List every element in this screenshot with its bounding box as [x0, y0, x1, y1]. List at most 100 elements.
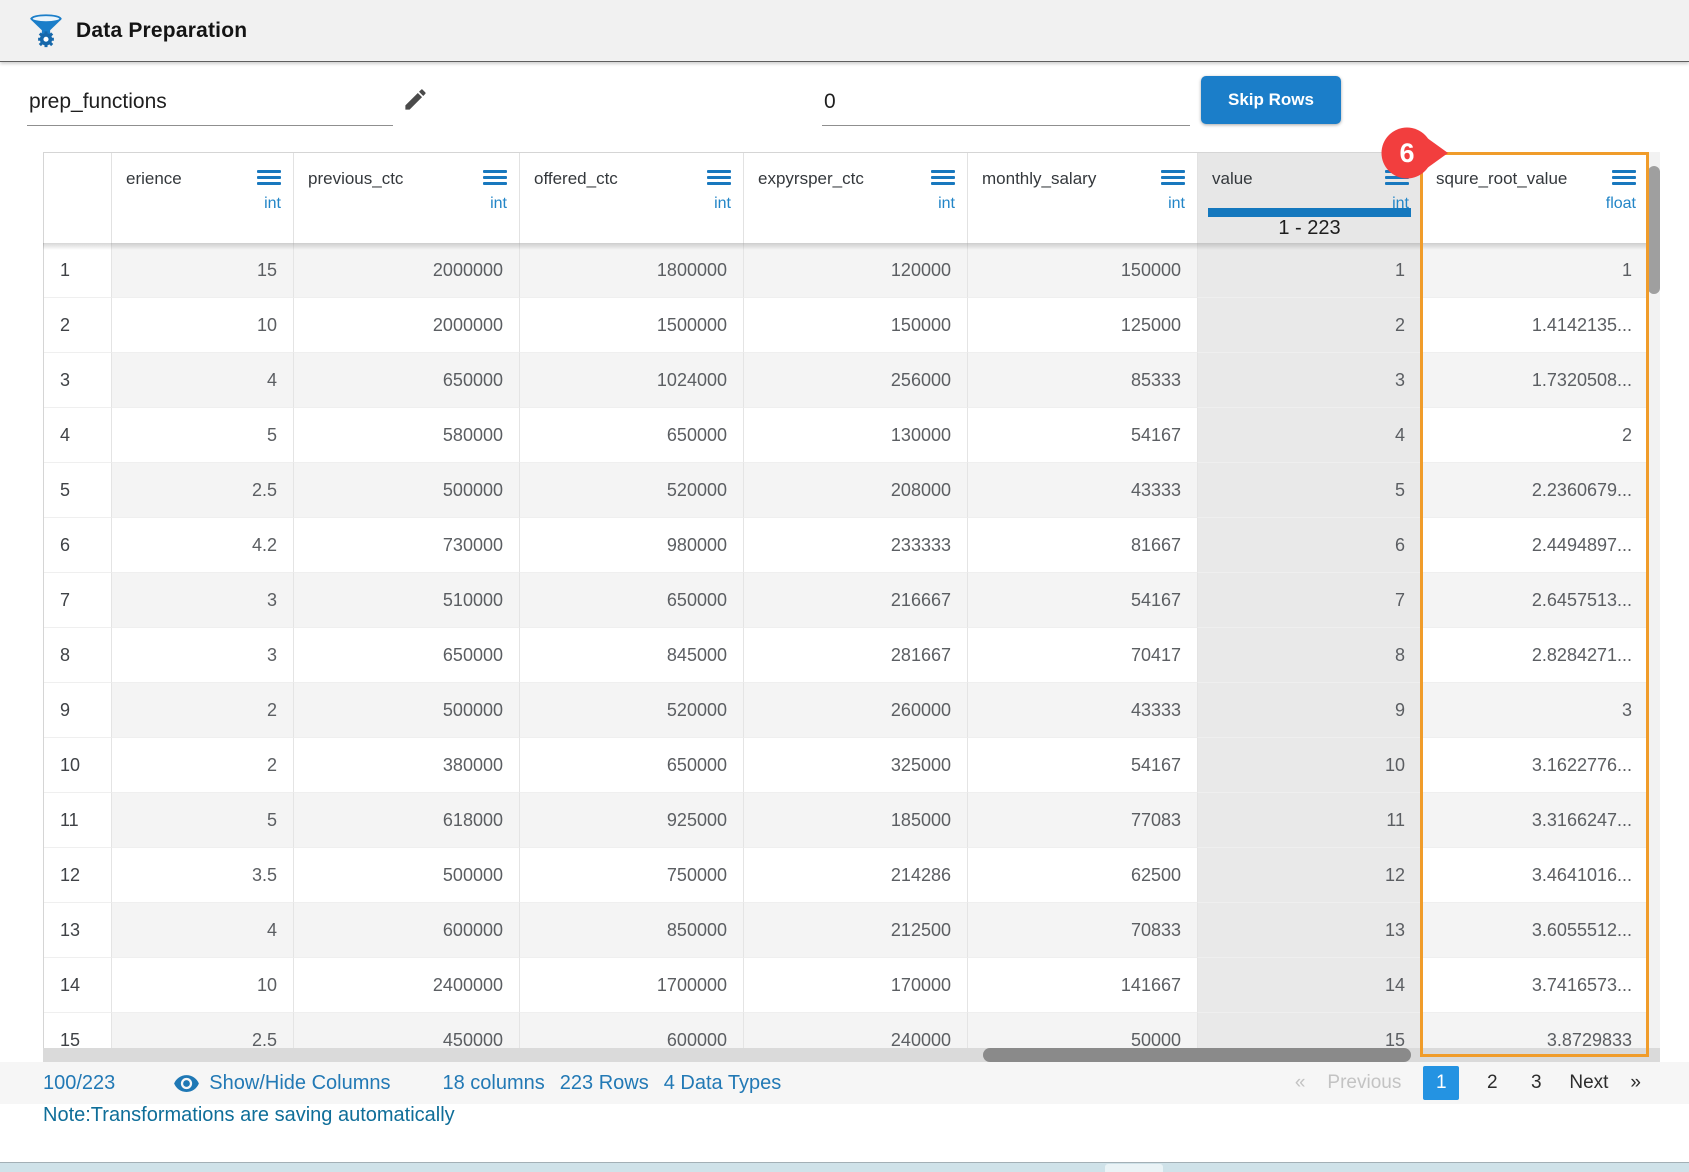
column-menu-icon[interactable] — [257, 170, 281, 188]
next-page-chevron-icon[interactable]: » — [1630, 1072, 1641, 1094]
horizontal-scrollbar-thumb[interactable] — [983, 1048, 1411, 1062]
cell-monthly_salary: 81667 — [967, 518, 1197, 573]
skip-rows-button[interactable]: Skip Rows — [1201, 76, 1341, 124]
cell-value: 8 — [1197, 628, 1421, 683]
cell-previous_ctc: 600000 — [293, 903, 519, 958]
table-row: 64.27300009800002333338166762.4494897... — [44, 518, 1648, 573]
cell-previous_ctc: 650000 — [293, 353, 519, 408]
cell-previous_ctc: 2000000 — [293, 298, 519, 353]
cell-expyrsper_ctc: 233333 — [743, 518, 967, 573]
cell-value: 13 — [1197, 903, 1421, 958]
cell-erience: 4 — [111, 353, 293, 408]
cell-value: 1 — [1197, 243, 1421, 298]
column-menu-icon[interactable] — [931, 170, 955, 188]
cell-monthly_salary: 50000 — [967, 1013, 1197, 1048]
column-type-label: float — [1606, 195, 1636, 213]
page-title: Data Preparation — [76, 19, 247, 43]
cell-squre_root_value: 1.7320508... — [1421, 353, 1648, 408]
show-hide-columns-button[interactable]: Show/Hide Columns — [173, 1070, 390, 1097]
cell-previous_ctc: 2000000 — [293, 243, 519, 298]
row-index: 6 — [44, 518, 111, 573]
column-header-erience[interactable]: erienceint — [111, 153, 293, 243]
cell-squre_root_value: 2.4494897... — [1421, 518, 1648, 573]
column-header-expyrsper_ctc[interactable]: expyrsper_ctcint — [743, 153, 967, 243]
cell-previous_ctc: 510000 — [293, 573, 519, 628]
cell-offered_ctc: 1700000 — [519, 958, 743, 1013]
column-menu-icon[interactable] — [707, 170, 731, 188]
cell-previous_ctc: 650000 — [293, 628, 519, 683]
column-type-label: int — [264, 195, 281, 213]
column-menu-icon[interactable] — [483, 170, 507, 188]
column-header-monthly_salary[interactable]: monthly_salaryint — [967, 153, 1197, 243]
cell-squre_root_value: 2.2360679... — [1421, 463, 1648, 518]
row-index: 14 — [44, 958, 111, 1013]
cell-value: 3 — [1197, 353, 1421, 408]
page-button-3[interactable]: 3 — [1525, 1072, 1547, 1094]
cell-expyrsper_ctc: 260000 — [743, 683, 967, 738]
cell-squre_root_value: 3 — [1421, 683, 1648, 738]
row-index: 7 — [44, 573, 111, 628]
cell-offered_ctc: 520000 — [519, 463, 743, 518]
column-menu-icon[interactable] — [1612, 170, 1636, 188]
column-name: previous_ctc — [308, 169, 403, 189]
cell-erience: 10 — [111, 298, 293, 353]
cell-value: 11 — [1197, 793, 1421, 848]
cell-expyrsper_ctc: 281667 — [743, 628, 967, 683]
cell-erience: 15 — [111, 243, 293, 298]
table-row: 11561800092500018500077083113.3166247... — [44, 793, 1648, 848]
table-row: 123.550000075000021428662500123.4641016.… — [44, 848, 1648, 903]
dataset-name-input[interactable] — [27, 78, 393, 126]
horizontal-scrollbar[interactable] — [43, 1048, 1660, 1062]
vertical-scrollbar[interactable] — [1648, 152, 1660, 1048]
column-type-label: int — [938, 195, 955, 213]
column-type-label: int — [1168, 195, 1185, 213]
autosave-note: Note:Transformations are saving automati… — [43, 1104, 455, 1127]
cell-expyrsper_ctc: 325000 — [743, 738, 967, 793]
cell-offered_ctc: 650000 — [519, 573, 743, 628]
cell-squre_root_value: 3.3166247... — [1421, 793, 1648, 848]
cell-monthly_salary: 43333 — [967, 683, 1197, 738]
previous-page-button[interactable]: Previous — [1327, 1072, 1401, 1094]
column-header-offered_ctc[interactable]: offered_ctcint — [519, 153, 743, 243]
column-name: offered_ctc — [534, 169, 618, 189]
cell-erience: 2 — [111, 738, 293, 793]
column-header-previous_ctc[interactable]: previous_ctcint — [293, 153, 519, 243]
row-index-column-header — [44, 153, 111, 243]
taskbar-item — [1105, 1164, 1163, 1172]
data-preparation-app: Data Preparation Skip Rows erienceintpre… — [0, 0, 1689, 1172]
cell-previous_ctc: 450000 — [293, 1013, 519, 1048]
status-bar: 100/223 Show/Hide Columns 18 columns 223… — [0, 1062, 1689, 1104]
table-row: 925000005200002600004333393 — [44, 683, 1648, 738]
column-menu-icon[interactable] — [1161, 170, 1185, 188]
column-name: squre_root_value — [1436, 169, 1567, 189]
cell-expyrsper_ctc: 130000 — [743, 408, 967, 463]
table-row: 735100006500002166675416772.6457513... — [44, 573, 1648, 628]
skip-rows-input[interactable] — [822, 78, 1190, 126]
data-types-count: 4 Data Types — [664, 1072, 781, 1095]
rows-count: 223 Rows — [560, 1072, 649, 1095]
cell-previous_ctc: 618000 — [293, 793, 519, 848]
cell-expyrsper_ctc: 214286 — [743, 848, 967, 903]
next-page-button[interactable]: Next — [1569, 1072, 1608, 1094]
table-row: 455800006500001300005416742 — [44, 408, 1648, 463]
table-row: 152.545000060000024000050000153.8729833 — [44, 1013, 1648, 1048]
row-index: 11 — [44, 793, 111, 848]
column-header-squre_root_value[interactable]: squre_root_valuefloat — [1421, 153, 1648, 243]
vertical-scrollbar-thumb[interactable] — [1648, 166, 1660, 294]
cell-offered_ctc: 650000 — [519, 408, 743, 463]
cell-erience: 3.5 — [111, 848, 293, 903]
cell-erience: 4 — [111, 903, 293, 958]
cell-squre_root_value: 3.1622776... — [1421, 738, 1648, 793]
page-button-1[interactable]: 1 — [1423, 1066, 1459, 1100]
page-button-2[interactable]: 2 — [1481, 1072, 1503, 1094]
row-index: 8 — [44, 628, 111, 683]
badge-number: 6 — [1399, 138, 1414, 168]
cell-previous_ctc: 500000 — [293, 848, 519, 903]
previous-page-chevron-icon[interactable]: « — [1295, 1072, 1306, 1094]
cell-monthly_salary: 54167 — [967, 738, 1197, 793]
cell-expyrsper_ctc: 240000 — [743, 1013, 967, 1048]
cell-value: 14 — [1197, 958, 1421, 1013]
edit-dataset-name-button[interactable] — [398, 84, 432, 118]
table-row: 10238000065000032500054167103.1622776... — [44, 738, 1648, 793]
cell-offered_ctc: 980000 — [519, 518, 743, 573]
